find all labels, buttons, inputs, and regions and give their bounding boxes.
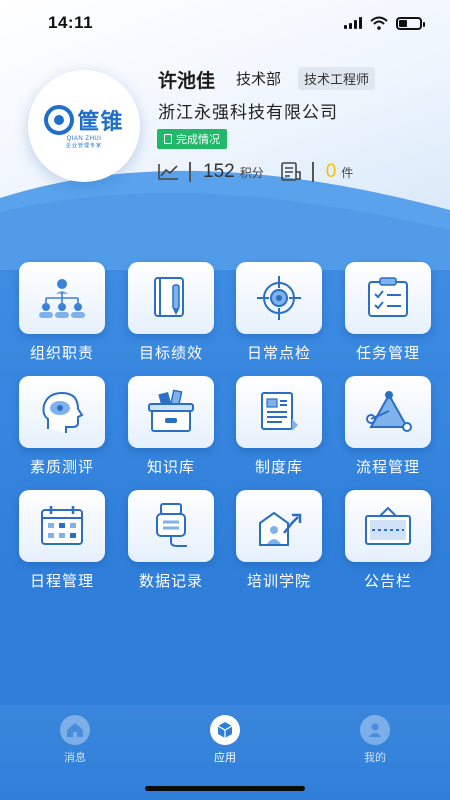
signal-icon — [344, 17, 362, 29]
tile-icon-box — [19, 262, 105, 334]
tile-schedule-management[interactable]: 日程管理 — [19, 490, 105, 591]
box-files-icon — [148, 389, 194, 432]
completion-label: 完成情况 — [176, 134, 220, 146]
nav-label: 我的 — [364, 752, 386, 764]
tile-daily-check[interactable]: 日常点检 — [236, 262, 322, 363]
tile-quality-assessment[interactable]: 素质测评 — [19, 376, 105, 477]
logo-tagline: 企业管理专家 — [65, 142, 102, 149]
user-name: 许池佳 — [158, 71, 216, 92]
company-name: 浙江永强科技有限公司 — [158, 103, 338, 122]
completion-status-button[interactable]: 完成情况 — [157, 129, 227, 149]
target-icon — [257, 276, 301, 320]
wifi-icon — [370, 16, 388, 30]
target-logo-icon — [44, 104, 75, 135]
growth-chart-icon — [259, 511, 302, 546]
tile-icon-box — [345, 490, 431, 562]
stats-row: 152 积分 0 件 — [157, 158, 353, 186]
user-role-badge: 技术工程师 — [298, 67, 376, 90]
tile-icon-box — [345, 376, 431, 448]
tile-label: 公告栏 — [363, 573, 412, 590]
nav-profile[interactable]: 我的 — [335, 715, 415, 800]
nav-messages[interactable]: 消息 — [35, 715, 115, 800]
book-pen-icon — [154, 277, 184, 317]
tile-icon-box — [19, 490, 105, 562]
tile-label: 任务管理 — [355, 345, 420, 362]
head-brain-icon — [42, 391, 84, 433]
tile-icon-box — [128, 490, 214, 562]
tile-data-records[interactable]: 数据记录 — [128, 490, 214, 591]
logo-row: 筐锥 — [44, 104, 123, 136]
tile-label: 日常点检 — [246, 345, 311, 362]
logo-text: 筐锥 — [77, 108, 124, 134]
company-logo-avatar[interactable]: 筐锥 QIAN ZHUI 企业管理专家 — [28, 70, 140, 182]
tile-label: 日程管理 — [29, 573, 94, 590]
tile-policy-library[interactable]: 制度库 — [236, 376, 322, 477]
tile-process-management[interactable]: 流程管理 — [345, 376, 431, 477]
billboard-icon — [365, 506, 411, 545]
calendar-icon — [41, 506, 83, 545]
tile-label: 组织职责 — [29, 345, 94, 362]
document-list-icon — [280, 162, 301, 181]
battery-icon — [396, 16, 425, 30]
items-value[interactable]: 0 — [326, 161, 337, 183]
tile-knowledge-base[interactable]: 知识库 — [128, 376, 214, 477]
status-bar: 14:11 — [0, 0, 450, 46]
items-unit: 件 — [341, 165, 354, 180]
person-icon — [360, 715, 390, 745]
tile-icon-box — [128, 262, 214, 334]
usb-data-icon — [156, 503, 187, 547]
tile-label: 知识库 — [146, 459, 195, 476]
tile-bulletin-board[interactable]: 公告栏 — [345, 490, 431, 591]
tile-icon-box — [128, 376, 214, 448]
tile-training-academy[interactable]: 培训学院 — [236, 490, 322, 591]
tile-task-management[interactable]: 任务管理 — [345, 262, 431, 363]
nav-label: 消息 — [64, 752, 86, 764]
line-chart-icon — [158, 164, 178, 180]
tile-label: 流程管理 — [355, 459, 420, 476]
tile-label: 培训学院 — [246, 573, 311, 590]
tile-label: 目标绩效 — [138, 345, 203, 362]
tile-icon-box — [236, 376, 322, 448]
tile-icon-box — [345, 262, 431, 334]
home-indicator[interactable] — [145, 786, 305, 791]
tile-icon-box — [19, 376, 105, 448]
clipboard-check-icon — [368, 277, 408, 317]
flow-triangle-icon — [366, 391, 412, 432]
tile-org-duties[interactable]: 组织职责 — [19, 262, 105, 363]
tile-icon-box — [236, 490, 322, 562]
cube-icon — [210, 715, 240, 745]
status-icons — [344, 16, 425, 30]
divider — [311, 162, 314, 182]
tile-label: 数据记录 — [138, 573, 203, 590]
tile-label: 制度库 — [254, 459, 303, 476]
points-unit: 积分 — [239, 165, 264, 180]
org-chart-icon — [39, 279, 85, 318]
user-department: 技术部 — [236, 71, 282, 88]
tile-icon-box — [236, 262, 322, 334]
tile-goal-performance[interactable]: 目标绩效 — [128, 262, 214, 363]
status-time: 14:11 — [48, 13, 94, 32]
divider — [189, 162, 191, 182]
nav-label: 应用 — [214, 752, 236, 764]
points-value[interactable]: 152 — [203, 161, 235, 183]
document-icon — [261, 392, 298, 431]
tile-label: 素质测评 — [29, 459, 94, 476]
document-icon — [164, 134, 172, 144]
home-icon — [60, 715, 90, 745]
